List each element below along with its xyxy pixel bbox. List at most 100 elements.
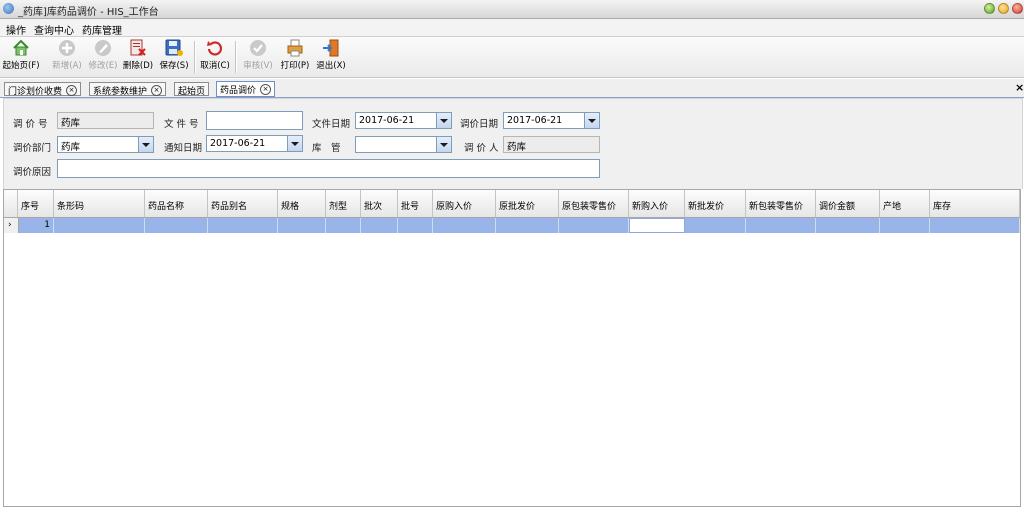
tab-outpatient-billing[interactable]: 门诊划价收费 × bbox=[4, 82, 82, 97]
notice-date-label: 通知日期 bbox=[164, 143, 203, 154]
menu-pharmacy-management[interactable]: 药库管理 bbox=[82, 22, 122, 37]
row-number-cell: 1 bbox=[18, 218, 54, 233]
new-retail-price-cell[interactable] bbox=[746, 218, 816, 233]
chevron-down-icon[interactable] bbox=[436, 137, 451, 152]
home-button[interactable]: 起始页(F) bbox=[2, 39, 40, 75]
app-icon bbox=[3, 3, 14, 14]
dept-select[interactable]: 药库 bbox=[57, 136, 154, 153]
cancel-button[interactable]: 取消(C) bbox=[198, 39, 232, 75]
exit-button[interactable]: 退出(X) bbox=[314, 39, 348, 75]
tab-drug-price-adjust[interactable]: 药品调价 × bbox=[216, 81, 276, 97]
tab-system-params[interactable]: 系统参数维护 × bbox=[89, 82, 167, 97]
grid-header: 序号 条形码 药品名称 药品别名 规格 剂型 批次 批号 原购入价 原批发价 原… bbox=[4, 190, 1020, 218]
adjuster-field: 药库 bbox=[503, 136, 600, 153]
file-date-picker[interactable]: 2017-06-21 bbox=[355, 112, 452, 129]
approve-button[interactable]: 审核(V) bbox=[240, 39, 276, 75]
file-no-label: 文 件 号 bbox=[164, 119, 199, 130]
print-button[interactable]: 打印(P) bbox=[278, 39, 312, 75]
column-header[interactable]: 批次 bbox=[361, 190, 398, 217]
toolbar-separator bbox=[235, 41, 237, 73]
column-header[interactable]: 库存 bbox=[930, 190, 1020, 217]
reason-label: 调价原因 bbox=[13, 167, 52, 178]
file-date-label: 文件日期 bbox=[312, 119, 351, 130]
save-icon bbox=[165, 39, 183, 57]
column-header[interactable]: 调价金额 bbox=[816, 190, 880, 217]
column-header[interactable]: 新购入价 bbox=[629, 190, 685, 217]
barcode-cell[interactable] bbox=[54, 218, 145, 233]
column-header[interactable]: 新批发价 bbox=[685, 190, 746, 217]
column-header[interactable]: 原批发价 bbox=[496, 190, 559, 217]
adjust-no-field: 药库 bbox=[57, 112, 154, 129]
delete-icon bbox=[129, 39, 147, 57]
home-icon bbox=[12, 39, 30, 57]
drug-alias-cell[interactable] bbox=[208, 218, 278, 233]
print-icon bbox=[286, 39, 304, 57]
old-wholesale-price-cell[interactable] bbox=[496, 218, 559, 233]
close-all-tabs-icon[interactable]: × bbox=[1015, 81, 1024, 94]
row-indicator-header bbox=[4, 190, 18, 217]
chevron-down-icon[interactable] bbox=[436, 113, 451, 128]
old-purchase-price-cell[interactable] bbox=[433, 218, 496, 233]
old-retail-price-cell[interactable] bbox=[559, 218, 629, 233]
dosage-form-cell[interactable] bbox=[326, 218, 361, 233]
column-header[interactable]: 批号 bbox=[398, 190, 433, 217]
batch-cell[interactable] bbox=[361, 218, 398, 233]
row-pointer-icon: › bbox=[8, 220, 12, 230]
edit-button[interactable]: 修改(E) bbox=[86, 39, 120, 75]
spec-cell[interactable] bbox=[278, 218, 326, 233]
delete-button[interactable]: 删除(D) bbox=[121, 39, 155, 75]
new-purchase-price-cell[interactable] bbox=[629, 218, 685, 233]
file-no-input[interactable] bbox=[206, 111, 303, 130]
close-tab-icon[interactable]: × bbox=[151, 85, 163, 96]
add-button[interactable]: 新增(A) bbox=[50, 39, 84, 75]
adjuster-label: 调 价 人 bbox=[464, 143, 499, 154]
column-header[interactable]: 原包装零售价 bbox=[559, 190, 629, 217]
title-bar: _药库]库药品调价 - HIS_工作台 bbox=[0, 0, 1024, 19]
toolbar: 起始页(F) 新增(A) 修改(E) 删除(D) 保存(S) 取消(C) 审核(… bbox=[0, 37, 1024, 78]
new-wholesale-price-cell[interactable] bbox=[685, 218, 746, 233]
menu-operate[interactable]: 操作 bbox=[6, 22, 26, 37]
notice-date-picker[interactable]: 2017-06-21 bbox=[206, 135, 303, 152]
column-header[interactable]: 药品名称 bbox=[145, 190, 208, 217]
reason-input[interactable] bbox=[57, 159, 600, 178]
adjust-date-picker[interactable]: 2017-06-21 bbox=[503, 112, 600, 129]
keeper-label: 库 管 bbox=[312, 143, 341, 154]
column-header[interactable]: 条形码 bbox=[54, 190, 145, 217]
column-header[interactable]: 剂型 bbox=[326, 190, 361, 217]
edit-icon bbox=[94, 39, 112, 57]
tab-start-page[interactable]: 起始页 bbox=[174, 82, 210, 97]
exit-icon bbox=[322, 39, 340, 57]
adjust-form-panel: 调 价 号 药库 文 件 号 文件日期 2017-06-21 调价日期 2017… bbox=[3, 98, 1023, 189]
column-header[interactable]: 规格 bbox=[278, 190, 326, 217]
window-title: _药库]库药品调价 - HIS_工作台 bbox=[18, 7, 159, 18]
close-tab-icon[interactable]: × bbox=[260, 84, 272, 95]
origin-cell[interactable] bbox=[880, 218, 930, 233]
check-icon bbox=[249, 39, 267, 57]
minimize-button[interactable] bbox=[984, 3, 995, 14]
close-tab-icon[interactable]: × bbox=[66, 85, 78, 96]
chevron-down-icon[interactable] bbox=[287, 136, 302, 151]
chevron-down-icon[interactable] bbox=[584, 113, 599, 128]
save-button[interactable]: 保存(S) bbox=[157, 39, 191, 75]
close-window-button[interactable] bbox=[1012, 3, 1023, 14]
adjust-amount-cell[interactable] bbox=[816, 218, 880, 233]
menu-bar: 操作 查询中心 药库管理 bbox=[0, 19, 1024, 37]
maximize-button[interactable] bbox=[998, 3, 1009, 14]
toolbar-separator bbox=[194, 41, 196, 73]
chevron-down-icon[interactable] bbox=[138, 137, 153, 152]
price-adjust-grid[interactable]: 序号 条形码 药品名称 药品别名 规格 剂型 批次 批号 原购入价 原批发价 原… bbox=[3, 189, 1021, 507]
tab-strip: 门诊划价收费 × 系统参数维护 × 起始页 药品调价 × × bbox=[0, 79, 1024, 98]
column-header[interactable]: 产地 bbox=[880, 190, 930, 217]
lot-no-cell[interactable] bbox=[398, 218, 433, 233]
keeper-select[interactable] bbox=[355, 136, 452, 153]
column-header[interactable]: 药品别名 bbox=[208, 190, 278, 217]
stock-cell[interactable] bbox=[930, 218, 1020, 233]
drug-name-cell[interactable] bbox=[145, 218, 208, 233]
row-indicator: › bbox=[4, 218, 19, 233]
table-row[interactable]: › 1 bbox=[4, 218, 1020, 233]
menu-query-center[interactable]: 查询中心 bbox=[34, 22, 74, 37]
column-header[interactable]: 原购入价 bbox=[433, 190, 496, 217]
dept-label: 调价部门 bbox=[13, 143, 52, 154]
column-header[interactable]: 新包装零售价 bbox=[746, 190, 816, 217]
column-header[interactable]: 序号 bbox=[18, 190, 54, 217]
